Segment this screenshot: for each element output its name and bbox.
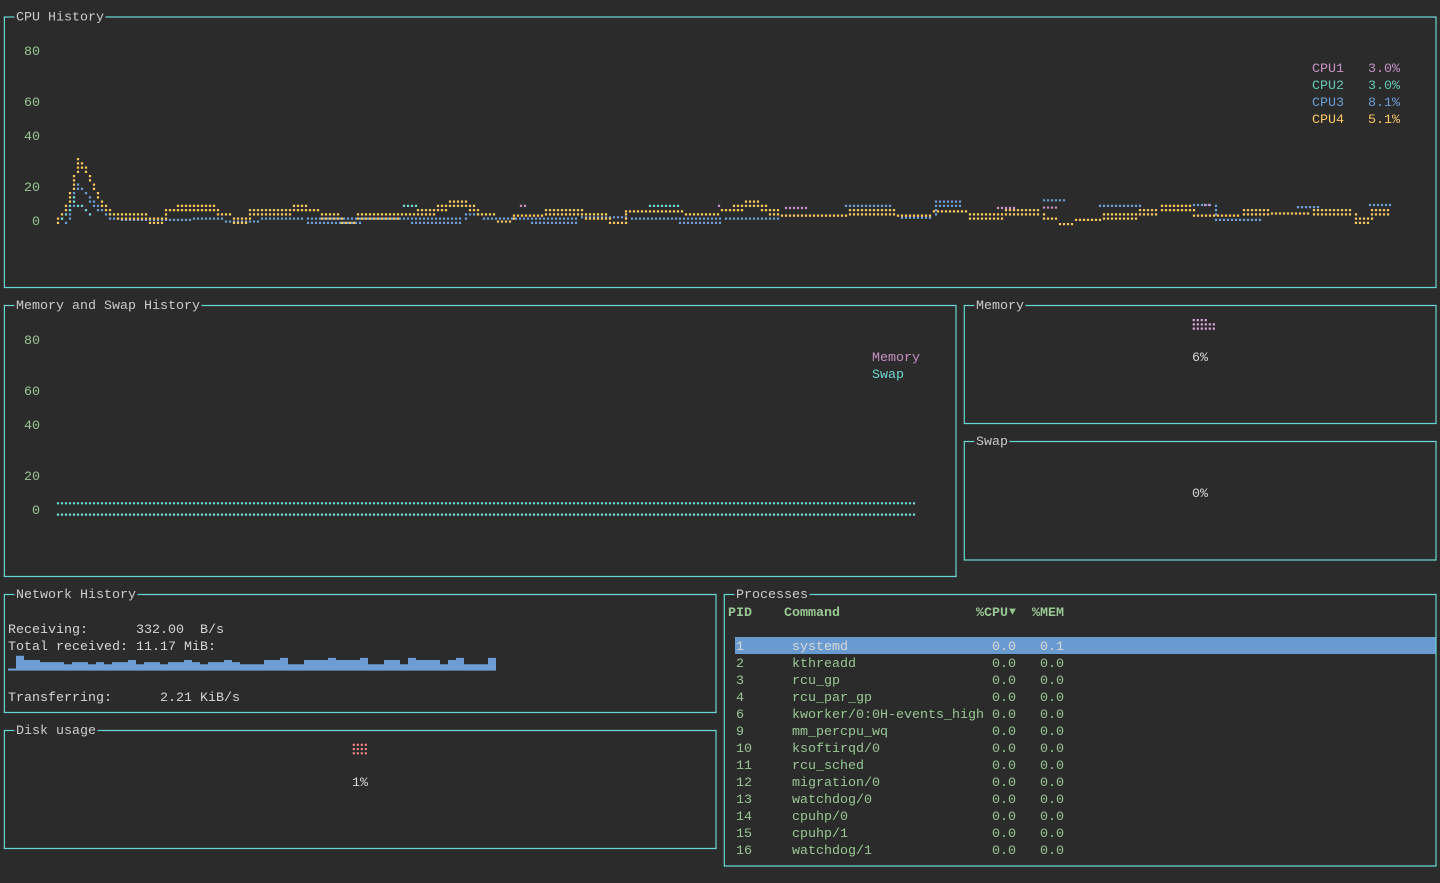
svg-text:kworker/0:0H-events_high: kworker/0:0H-events_high [792, 708, 984, 723]
svg-text:systemd: systemd [792, 640, 848, 655]
svg-text:cpuhp/0: cpuhp/0 [792, 810, 848, 825]
svg-text:0.0: 0.0 [1040, 708, 1064, 723]
svg-text:0.0: 0.0 [1040, 827, 1064, 842]
svg-text:1%: 1% [352, 776, 368, 791]
svg-text:mm_percpu_wq: mm_percpu_wq [792, 725, 888, 740]
svg-text:CPU2: CPU2 [1312, 79, 1344, 94]
svg-text:3.0%: 3.0% [1368, 62, 1400, 77]
svg-text:0.0: 0.0 [992, 810, 1016, 825]
svg-text:0.0: 0.0 [992, 793, 1016, 808]
svg-text:0.0: 0.0 [1040, 742, 1064, 757]
svg-text:0: 0 [32, 504, 40, 519]
svg-text:0.0: 0.0 [1040, 793, 1064, 808]
svg-text:kthreadd: kthreadd [792, 657, 856, 672]
svg-text:0%: 0% [1192, 487, 1208, 502]
svg-text:80: 80 [24, 45, 40, 60]
svg-text:0.0: 0.0 [992, 776, 1016, 791]
svg-text:5.1%: 5.1% [1368, 113, 1400, 128]
svg-text:0.0: 0.0 [1040, 844, 1064, 859]
svg-text:4: 4 [736, 691, 744, 706]
svg-text:%CPU: %CPU [976, 606, 1008, 621]
svg-text:11: 11 [736, 759, 752, 774]
svg-text:Memory: Memory [872, 351, 920, 366]
svg-text:0.0: 0.0 [992, 742, 1016, 757]
svg-text:watchdog/0: watchdog/0 [792, 793, 872, 808]
svg-text:13: 13 [736, 793, 752, 808]
svg-text:60: 60 [24, 96, 40, 111]
svg-text:1: 1 [736, 640, 744, 655]
svg-text:Disk usage: Disk usage [16, 724, 96, 739]
svg-text:Processes: Processes [736, 588, 808, 603]
svg-text:0.0: 0.0 [992, 844, 1016, 859]
svg-text:0.0: 0.0 [1040, 759, 1064, 774]
svg-text:Swap: Swap [872, 368, 904, 383]
svg-text:0.0: 0.0 [1040, 725, 1064, 740]
svg-text:8.1%: 8.1% [1368, 96, 1400, 111]
svg-text:CPU1: CPU1 [1312, 62, 1344, 77]
svg-text:3: 3 [736, 674, 744, 689]
svg-text:0: 0 [32, 215, 40, 230]
svg-text:%MEM: %MEM [1032, 606, 1064, 621]
svg-text:migration/0: migration/0 [792, 776, 880, 791]
svg-text:Receiving: 332.00 B/s: Receiving: 332.00 B/s [8, 623, 224, 638]
svg-text:rcu_gp: rcu_gp [792, 674, 840, 689]
svg-text:16: 16 [736, 844, 752, 859]
svg-text:Command: Command [784, 606, 840, 621]
svg-text:rcu_par_gp: rcu_par_gp [792, 691, 872, 706]
svg-text:watchdog/1: watchdog/1 [792, 844, 872, 859]
svg-text:0.0: 0.0 [992, 657, 1016, 672]
svg-text:9: 9 [736, 725, 744, 740]
svg-text:40: 40 [24, 130, 40, 145]
svg-text:Swap: Swap [976, 435, 1008, 450]
svg-text:0.0: 0.0 [992, 827, 1016, 842]
svg-text:rcu_sched: rcu_sched [792, 759, 864, 774]
svg-text:ksoftirqd/0: ksoftirqd/0 [792, 742, 880, 757]
svg-text:Transferring: 2.21 KiB/s: Transferring: 2.21 KiB/s [8, 691, 240, 706]
svg-text:80: 80 [24, 334, 40, 349]
svg-text:0.0: 0.0 [992, 640, 1016, 655]
svg-text:12: 12 [736, 776, 752, 791]
svg-text:Memory: Memory [976, 299, 1024, 314]
svg-text:0.0: 0.0 [992, 674, 1016, 689]
svg-text:0.0: 0.0 [992, 759, 1016, 774]
svg-text:PID: PID [728, 606, 752, 621]
svg-text:0.0: 0.0 [1040, 674, 1064, 689]
svg-text:0.1: 0.1 [1040, 640, 1064, 655]
svg-text:20: 20 [24, 181, 40, 196]
svg-text:0.0: 0.0 [1040, 810, 1064, 825]
svg-text:cpuhp/1: cpuhp/1 [792, 827, 848, 842]
svg-text:20: 20 [24, 470, 40, 485]
svg-text:3.0%: 3.0% [1368, 79, 1400, 94]
svg-text:2: 2 [736, 657, 744, 672]
svg-text:40: 40 [24, 419, 40, 434]
svg-text:60: 60 [24, 385, 40, 400]
svg-text:CPU4: CPU4 [1312, 113, 1344, 128]
svg-text:6%: 6% [1192, 351, 1208, 366]
svg-text:14: 14 [736, 810, 752, 825]
svg-text:0.0: 0.0 [992, 691, 1016, 706]
svg-text:Total received: 11.17 MiB:: Total received: 11.17 MiB: [8, 640, 216, 655]
svg-text:0.0: 0.0 [1040, 691, 1064, 706]
svg-text:0.0: 0.0 [992, 708, 1016, 723]
svg-text:Network History: Network History [16, 588, 136, 603]
svg-text:Memory and Swap History: Memory and Swap History [16, 299, 200, 314]
svg-text:6: 6 [736, 708, 744, 723]
svg-text:10: 10 [736, 742, 752, 757]
svg-text:CPU History: CPU History [16, 11, 104, 26]
svg-text:0.0: 0.0 [1040, 657, 1064, 672]
svg-text:CPU3: CPU3 [1312, 96, 1344, 111]
svg-text:15: 15 [736, 827, 752, 842]
svg-text:0.0: 0.0 [1040, 776, 1064, 791]
svg-text:0.0: 0.0 [992, 725, 1016, 740]
